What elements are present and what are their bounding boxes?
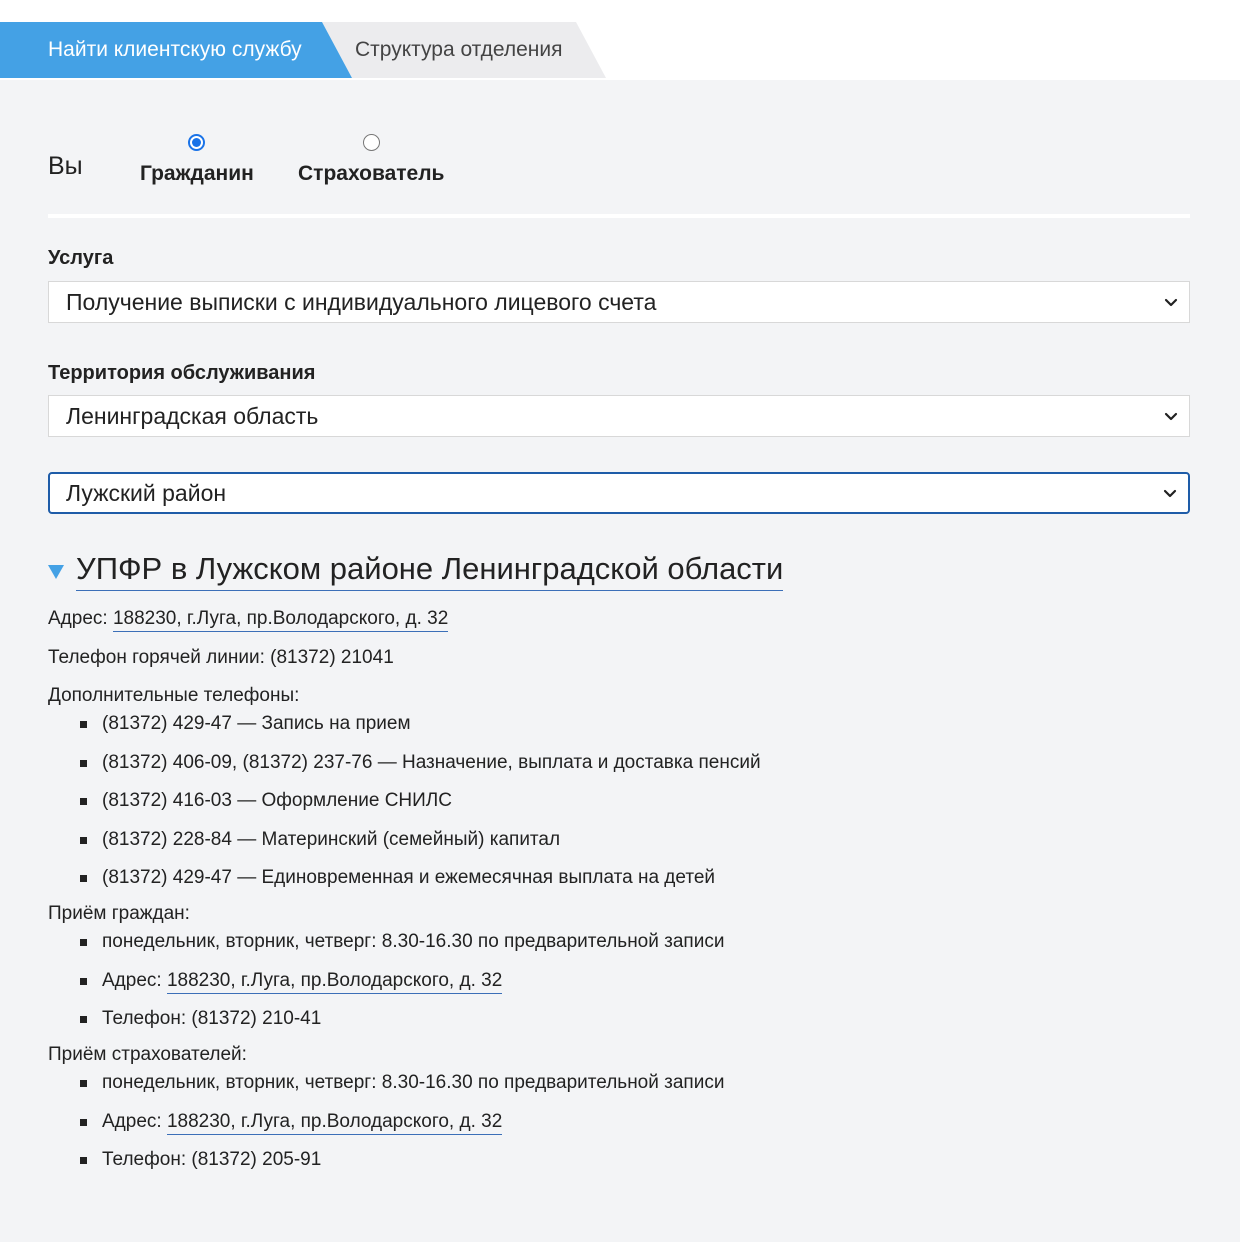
tab-find-service-label: Найти клиентскую службу bbox=[48, 38, 302, 61]
chevron-down-icon bbox=[1163, 489, 1177, 498]
list-item: (81372) 429-47 — Запись на прием bbox=[80, 712, 761, 751]
citizens-address-link[interactable]: 188230, г.Луга, пр.Володарского, д. 32 bbox=[166, 969, 503, 994]
insurers-address-link[interactable]: 188230, г.Луга, пр.Володарского, д. 32 bbox=[166, 1110, 503, 1135]
radio-insurer[interactable] bbox=[362, 134, 380, 151]
user-type-label: Вы bbox=[48, 152, 83, 180]
list-item: Адрес: 188230, г.Луга, пр.Володарского, … bbox=[80, 969, 724, 1008]
citizens-reception-list: понедельник, вторник, четверг: 8.30-16.3… bbox=[80, 930, 724, 1046]
region-select-value: Ленинградская область bbox=[66, 402, 319, 429]
radio-citizen[interactable] bbox=[188, 134, 206, 151]
office-title[interactable]: УПФР в Лужском районе Ленинградской обла… bbox=[76, 550, 784, 591]
radio-insurer-label[interactable]: Страхователь bbox=[298, 162, 444, 186]
hotline-phone: Телефон горячей линии: (81372) 21041 bbox=[48, 647, 394, 668]
tab-structure[interactable]: Структура отделения bbox=[322, 22, 606, 78]
list-item: понедельник, вторник, четверг: 8.30-16.3… bbox=[80, 930, 724, 969]
list-item: (81372) 228-84 — Материнский (семейный) … bbox=[80, 828, 761, 867]
divider bbox=[48, 214, 1190, 218]
list-item: Адрес: 188230, г.Луга, пр.Володарского, … bbox=[80, 1110, 724, 1149]
service-select-value: Получение выписки с индивидуального лице… bbox=[66, 288, 657, 315]
insurers-reception-list: понедельник, вторник, четверг: 8.30-16.3… bbox=[80, 1071, 724, 1187]
list-item: понедельник, вторник, четверг: 8.30-16.3… bbox=[80, 1071, 724, 1110]
main-content: Вы Гражданин Страхователь Услуга Получен… bbox=[0, 80, 1240, 1242]
service-select[interactable]: Получение выписки с индивидуального лице… bbox=[48, 281, 1190, 323]
office-address-link[interactable]: 188230, г.Луга, пр.Володарского, д. 32 bbox=[112, 608, 449, 632]
insurers-address-label: Адрес: bbox=[102, 1110, 162, 1132]
chevron-down-icon bbox=[1164, 412, 1178, 421]
citizens-reception-label: Приём граждан: bbox=[48, 903, 190, 924]
office-address-label: Адрес: bbox=[48, 608, 108, 629]
list-item: (81372) 429-47 — Единовременная и ежемес… bbox=[80, 866, 761, 905]
territory-label: Территория обслуживания bbox=[48, 362, 316, 384]
list-item: Телефон: (81372) 205-91 bbox=[80, 1148, 724, 1187]
extra-phones-list: (81372) 429-47 — Запись на прием (81372)… bbox=[80, 712, 761, 905]
service-label: Услуга bbox=[48, 247, 114, 269]
office-header[interactable]: УПФР в Лужском районе Ленинградской обла… bbox=[48, 550, 784, 591]
list-item: (81372) 406-09, (81372) 237-76 — Назначе… bbox=[80, 751, 761, 790]
district-select-value: Лужский район bbox=[66, 479, 227, 506]
expand-triangle-icon[interactable] bbox=[48, 564, 64, 579]
tab-bar: Структура отделения Найти клиентскую слу… bbox=[0, 0, 1240, 80]
insurers-reception-label: Приём страхователей: bbox=[48, 1044, 247, 1065]
citizens-address-label: Адрес: bbox=[102, 969, 162, 991]
radio-option-citizen[interactable]: Гражданин bbox=[140, 134, 254, 186]
tab-structure-label: Структура отделения bbox=[355, 38, 563, 61]
tab-find-service[interactable]: Найти клиентскую службу bbox=[0, 22, 352, 78]
list-item: Телефон: (81372) 210-41 bbox=[80, 1007, 724, 1046]
user-type-selector: Вы Гражданин Страхователь bbox=[48, 134, 1190, 204]
chevron-down-icon bbox=[1164, 298, 1178, 307]
region-select[interactable]: Ленинградская область bbox=[48, 395, 1190, 437]
radio-option-insurer[interactable]: Страхователь bbox=[298, 134, 444, 186]
district-select[interactable]: Лужский район bbox=[48, 472, 1190, 514]
extra-phones-label: Дополнительные телефоны: bbox=[48, 685, 300, 706]
radio-citizen-label[interactable]: Гражданин bbox=[140, 162, 254, 186]
office-address: Адрес: 188230, г.Луга, пр.Володарского, … bbox=[48, 608, 449, 632]
list-item: (81372) 416-03 — Оформление СНИЛС bbox=[80, 789, 761, 828]
